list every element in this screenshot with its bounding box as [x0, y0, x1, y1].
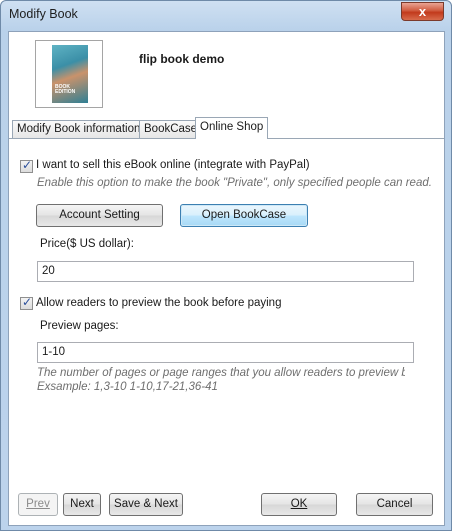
preview-pages-label: Preview pages: — [40, 320, 119, 332]
open-bookcase-button[interactable]: Open BookCase — [180, 204, 308, 227]
preview-pages-input[interactable]: 1-10 — [37, 342, 414, 363]
next-label: Next — [70, 498, 94, 510]
tab-online-shop[interactable]: Online Shop — [195, 117, 269, 139]
sell-online-checkbox[interactable]: ✓ — [20, 158, 33, 173]
tab-bookcase[interactable]: BookCase — [139, 120, 203, 138]
cancel-label: Cancel — [376, 498, 413, 510]
modify-book-dialog: Modify Book x BOOK EDITION flip book dem… — [0, 0, 452, 531]
cancel-button[interactable]: Cancel — [356, 493, 433, 516]
book-cover-image: BOOK EDITION — [52, 45, 88, 103]
tab-modify-book-information[interactable]: Modify Book information — [12, 120, 146, 138]
save-next-button[interactable]: Save & Next — [109, 493, 183, 516]
price-label: Price($ US dollar): — [40, 238, 134, 250]
preview-hint: The number of pages or page ranges that … — [37, 367, 405, 399]
ok-label: OK — [290, 498, 308, 510]
window-title: Modify Book — [9, 7, 78, 21]
preview-hint-line2: Exsample: 1,3-10 1-10,17-21,36-41 — [37, 381, 218, 393]
allow-preview-checkbox[interactable]: ✓ — [20, 295, 33, 310]
checkmark-icon: ✓ — [22, 295, 33, 309]
next-button[interactable]: Next — [63, 493, 101, 516]
save-next-label: Save & Next — [114, 498, 178, 510]
online-shop-panel: ✓ I want to sell this eBook online (inte… — [9, 138, 444, 478]
book-title: flip book demo — [139, 52, 225, 66]
preview-hint-line1: The number of pages or page ranges that … — [37, 367, 405, 379]
sell-online-label: I want to sell this eBook online (integr… — [36, 159, 310, 171]
account-setting-button[interactable]: Account Setting — [36, 204, 163, 227]
close-icon: x — [418, 4, 427, 19]
price-input[interactable]: 20 — [37, 261, 414, 282]
dialog-client-area: BOOK EDITION flip book demo Modify Book … — [8, 31, 445, 526]
checkmark-icon: ✓ — [22, 158, 33, 172]
ok-button[interactable]: OK — [261, 493, 337, 516]
allow-preview-label: Allow readers to preview the book before… — [36, 297, 282, 309]
cover-text-line2: EDITION — [55, 89, 76, 95]
prev-label: Prev — [26, 498, 50, 510]
close-button[interactable]: x — [401, 2, 444, 21]
book-cover-frame: BOOK EDITION — [35, 40, 103, 108]
sell-online-hint: Enable this option to make the book "Pri… — [37, 177, 432, 189]
title-bar[interactable]: Modify Book x — [1, 1, 451, 29]
prev-button[interactable]: Prev — [18, 493, 58, 516]
